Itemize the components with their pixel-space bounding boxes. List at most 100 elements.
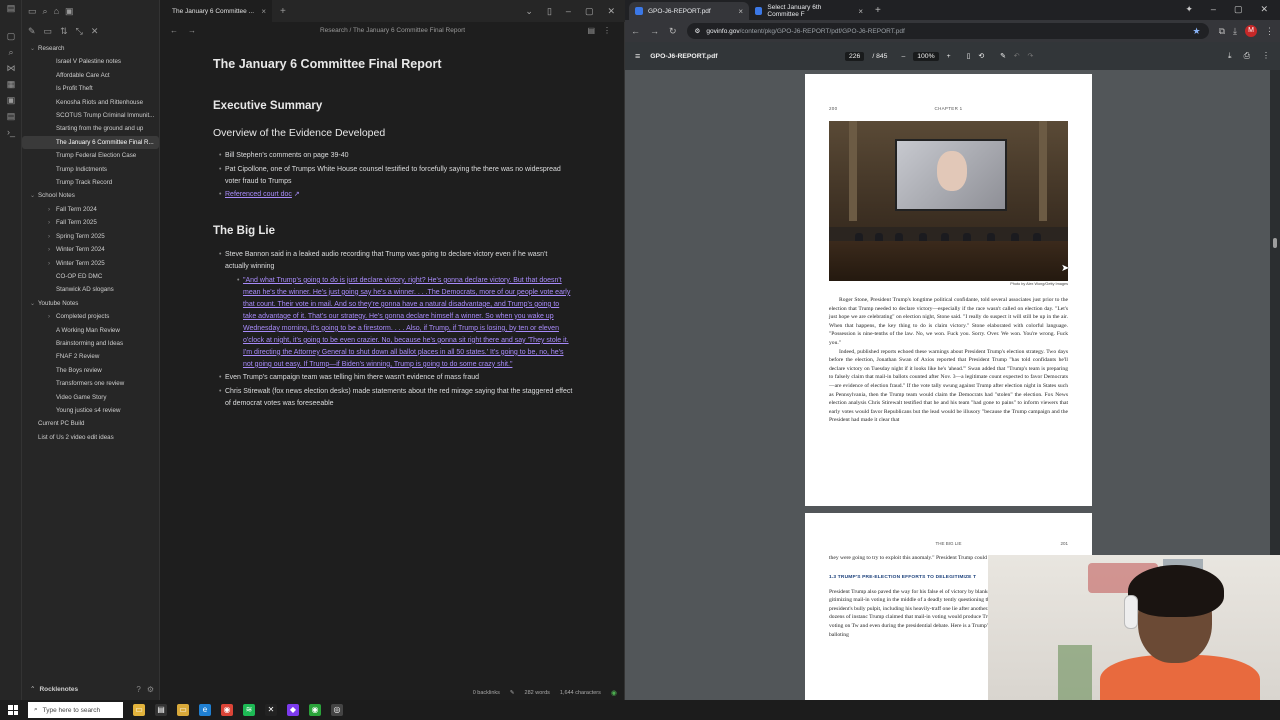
tree-item[interactable]: Video Game Story: [22, 391, 159, 404]
tree-item[interactable]: Trump Track Record: [22, 176, 159, 189]
folder-icon[interactable]: ▭: [28, 6, 37, 17]
template-icon[interactable]: ▤: [0, 108, 22, 124]
download-icon[interactable]: ⤓: [1228, 51, 1232, 61]
tree-item[interactable]: The Boys review: [22, 364, 159, 377]
tree-item[interactable]: Israel V Palestine notes: [22, 55, 159, 68]
close-tab-icon[interactable]: ×: [858, 7, 863, 16]
tree-item[interactable]: Brainstorming and Ideas: [22, 337, 159, 350]
tree-item[interactable]: Stanwick AD slogans: [22, 283, 159, 296]
redo-icon[interactable]: ↷: [1027, 52, 1033, 60]
downloads-icon[interactable]: ⤓: [1233, 26, 1237, 37]
gemini-icon[interactable]: ✦: [1185, 4, 1193, 15]
new-folder-icon[interactable]: ▭: [44, 26, 53, 37]
folder-icon[interactable]: ▭: [177, 704, 189, 716]
search-icon[interactable]: ⌕: [0, 44, 22, 60]
tab-committee[interactable]: Select January 6th Committee F ×: [749, 2, 869, 20]
note-tab[interactable]: The January 6 Committee ... ×: [160, 0, 272, 22]
tree-item[interactable]: A Working Man Review: [22, 324, 159, 337]
minimize-icon[interactable]: –: [1211, 4, 1216, 15]
new-tab-icon[interactable]: +: [875, 5, 881, 16]
forward-arrow-icon[interactable]: →: [650, 26, 659, 36]
tree-item[interactable]: SCOTUS Trump Criminal Immunit...: [22, 109, 159, 122]
tree-item[interactable]: › Fall Term 2025: [22, 216, 159, 229]
tree-item[interactable]: ⌄ Youtube Notes: [22, 297, 159, 310]
collapse-icon[interactable]: ⤡: [76, 26, 83, 37]
zoom-in-icon[interactable]: +: [947, 53, 951, 60]
note-content[interactable]: The January 6 Committee Final Report Exe…: [213, 48, 573, 412]
tree-item[interactable]: Young justice s4 review: [22, 404, 159, 417]
close-tab-icon[interactable]: ×: [261, 7, 266, 16]
reload-icon[interactable]: ↻: [669, 26, 677, 37]
pane-icon[interactable]: ▣: [65, 6, 74, 17]
bookmark-star-icon[interactable]: ★: [1193, 26, 1201, 37]
capcut-icon[interactable]: ✕: [265, 704, 277, 716]
breadcrumb[interactable]: Research / The January 6 Committee Final…: [160, 27, 625, 34]
address-bar[interactable]: ⚙ govinfo.gov/content/pkg/GPO-J6-REPORT/…: [686, 23, 1209, 39]
maximize-icon[interactable]: ▢: [1234, 4, 1243, 15]
extensions-icon[interactable]: ⧉: [1219, 26, 1225, 37]
obsidian-icon[interactable]: ◆: [287, 704, 299, 716]
site-info-icon[interactable]: ⚙: [695, 27, 701, 35]
tree-item[interactable]: Transformers one review: [22, 377, 159, 390]
sync-ok-icon[interactable]: ◉: [611, 689, 617, 697]
tree-item[interactable]: List of Us 2 video edit ideas: [22, 431, 159, 444]
terminal-icon[interactable]: ›_: [0, 124, 22, 140]
undo-icon[interactable]: ↶: [1014, 52, 1020, 60]
close-tab-icon[interactable]: ×: [738, 7, 743, 16]
tree-item[interactable]: Trump Federal Election Case: [22, 149, 159, 162]
xbox-icon[interactable]: ◉: [309, 704, 321, 716]
print-icon[interactable]: ⎙: [1244, 51, 1250, 61]
sidebar-right-icon[interactable]: ▯: [547, 6, 552, 17]
tree-item[interactable]: Trump Indictments: [22, 163, 159, 176]
task-view-icon[interactable]: ▤: [155, 704, 167, 716]
tree-item[interactable]: CO-OP ED DMC: [22, 270, 159, 283]
tab-pdf[interactable]: GPO-J6-REPORT.pdf ×: [629, 2, 749, 20]
maximize-icon[interactable]: ▢: [585, 6, 594, 17]
bookmark-icon[interactable]: ⌂: [54, 6, 59, 16]
tree-item[interactable]: ⌄ School Notes: [22, 189, 159, 202]
tree-item[interactable]: › Winter Term 2025: [22, 257, 159, 270]
pdf-menu-icon[interactable]: ≡: [635, 51, 640, 61]
vault-switcher[interactable]: ⌃ Rocklenotes ? ⚙: [22, 678, 160, 700]
calendar-icon[interactable]: ▣: [0, 92, 22, 108]
new-note-icon[interactable]: ✎: [28, 26, 36, 37]
profile-avatar[interactable]: M: [1245, 25, 1257, 37]
tree-item[interactable]: › Spring Term 2025: [22, 230, 159, 243]
tree-item[interactable]: Kenosha Riots and Rittenhouse: [22, 96, 159, 109]
tree-item[interactable]: ⌄ Research: [22, 42, 159, 55]
files-icon[interactable]: ▢: [0, 28, 22, 44]
search-icon[interactable]: ⌕: [43, 6, 48, 17]
help-icon[interactable]: ?: [136, 685, 140, 694]
canvas-icon[interactable]: ▦: [0, 76, 22, 92]
new-tab-icon[interactable]: +: [280, 6, 286, 17]
back-arrow-icon[interactable]: ←: [631, 26, 640, 36]
zoom-out-icon[interactable]: –: [901, 53, 905, 60]
obs-studio-icon[interactable]: ◎: [331, 704, 343, 716]
chrome-icon[interactable]: ◉: [221, 704, 233, 716]
scroll-thumb[interactable]: [1273, 238, 1277, 248]
settings-gear-icon[interactable]: ⚙: [147, 685, 154, 694]
tree-item[interactable]: Current PC Build: [22, 417, 159, 430]
more-options-icon[interactable]: ⋮: [1262, 51, 1270, 61]
bannon-quote-link[interactable]: "And what Trump's going to do is just de…: [243, 277, 570, 368]
tree-item[interactable]: › Completed projects: [22, 310, 159, 323]
tree-item[interactable]: FNAF 2 Review: [22, 350, 159, 363]
annotate-icon[interactable]: ✎: [1000, 52, 1006, 60]
tree-item[interactable]: Affordable Care Act: [22, 69, 159, 82]
rotate-icon[interactable]: ⟲: [978, 52, 984, 60]
chrome-menu-icon[interactable]: ⋮: [1265, 26, 1274, 37]
edit-icon[interactable]: ✎: [510, 690, 515, 696]
zoom-level[interactable]: 100%: [913, 51, 939, 61]
tab-list-chevron-icon[interactable]: ⌄: [525, 6, 533, 17]
tree-item[interactable]: Is Profit Theft: [22, 82, 159, 95]
page-number-input[interactable]: 226: [845, 51, 865, 61]
file-explorer-icon[interactable]: ▭: [133, 704, 145, 716]
taskbar-search[interactable]: ⌕ Type here to search: [28, 702, 123, 718]
tree-item[interactable]: › Fall Term 2024: [22, 203, 159, 216]
tree-item[interactable]: The January 6 Committee Final R...: [22, 135, 159, 150]
tree-item[interactable]: › Winter Term 2024: [22, 243, 159, 256]
fit-page-icon[interactable]: ▯: [967, 52, 971, 60]
close-icon[interactable]: ✕: [91, 26, 99, 37]
graph-icon[interactable]: ⋈: [0, 60, 22, 76]
sidebar-toggle-icon[interactable]: ▤: [0, 0, 22, 16]
